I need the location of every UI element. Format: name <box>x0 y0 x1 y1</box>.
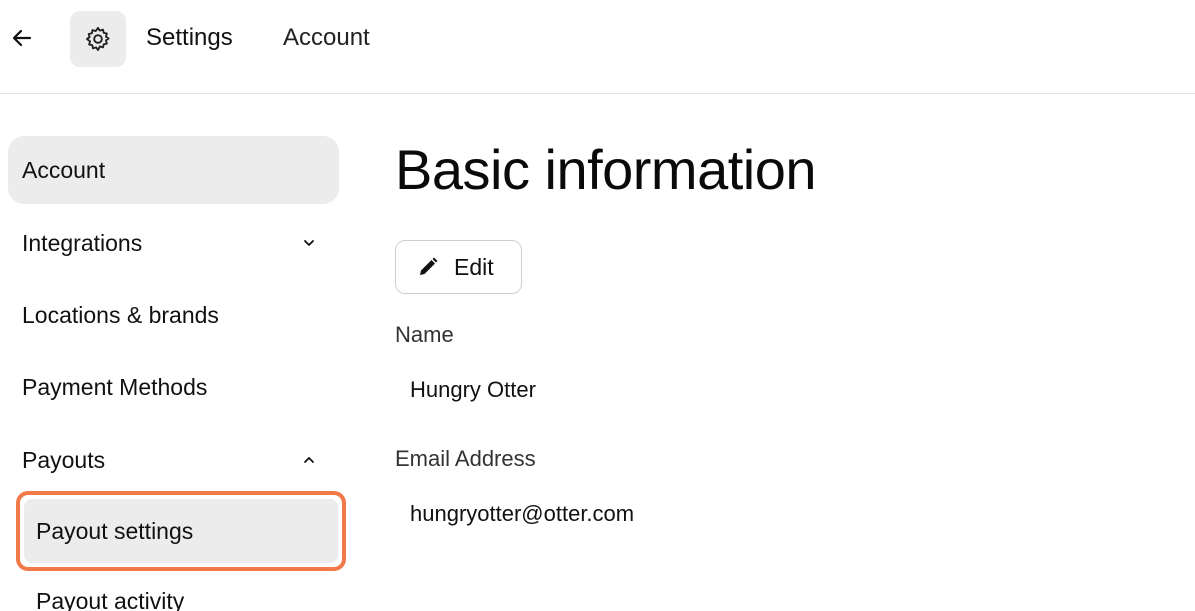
main-content: Basic information Edit Name Hungry Otter… <box>395 94 1195 600</box>
sidebar-subitem-label: Payout settings <box>36 517 194 544</box>
settings-sidebar: Account Integrations Locations & brands … <box>0 94 350 611</box>
sidebar-item-label: Payment Methods <box>22 373 208 400</box>
arrow-left-icon <box>12 29 32 47</box>
sidebar-item-label: Integrations <box>22 229 143 256</box>
sidebar-item-payouts[interactable]: Payouts <box>8 426 339 494</box>
sidebar-item-locations-brands[interactable]: Locations & brands <box>8 281 339 349</box>
page-title: Basic information <box>395 138 817 201</box>
pencil-icon <box>420 257 438 275</box>
sidebar-subitem-payout-settings[interactable]: Payout settings <box>16 491 346 571</box>
settings-icon-button[interactable] <box>70 11 126 67</box>
name-value: Hungry Otter <box>410 377 536 402</box>
gear-icon <box>85 26 110 52</box>
sidebar-item-label: Payouts <box>22 446 106 473</box>
sidebar-item-account[interactable]: Account <box>8 136 339 204</box>
sidebar-item-label: Account <box>22 156 106 183</box>
top-bar: Settings Account <box>0 0 1195 94</box>
chevron-up-icon <box>301 452 317 468</box>
edit-button-label: Edit <box>454 253 494 280</box>
email-label: Email Address <box>395 446 536 471</box>
chevron-down-icon <box>301 235 317 251</box>
breadcrumb-account: Account <box>283 24 370 51</box>
sidebar-subitem-payout-activity[interactable]: Payout activity <box>36 591 184 611</box>
sidebar-item-payment-methods[interactable]: Payment Methods <box>8 353 339 421</box>
sidebar-item-label: Locations & brands <box>22 301 219 328</box>
sidebar-item-integrations[interactable]: Integrations <box>8 209 339 277</box>
email-value: hungryotter@otter.com <box>410 501 635 526</box>
breadcrumb-settings[interactable]: Settings <box>146 24 233 52</box>
back-button[interactable] <box>6 22 38 54</box>
edit-button[interactable]: Edit <box>395 240 522 294</box>
name-label: Name <box>395 322 454 347</box>
